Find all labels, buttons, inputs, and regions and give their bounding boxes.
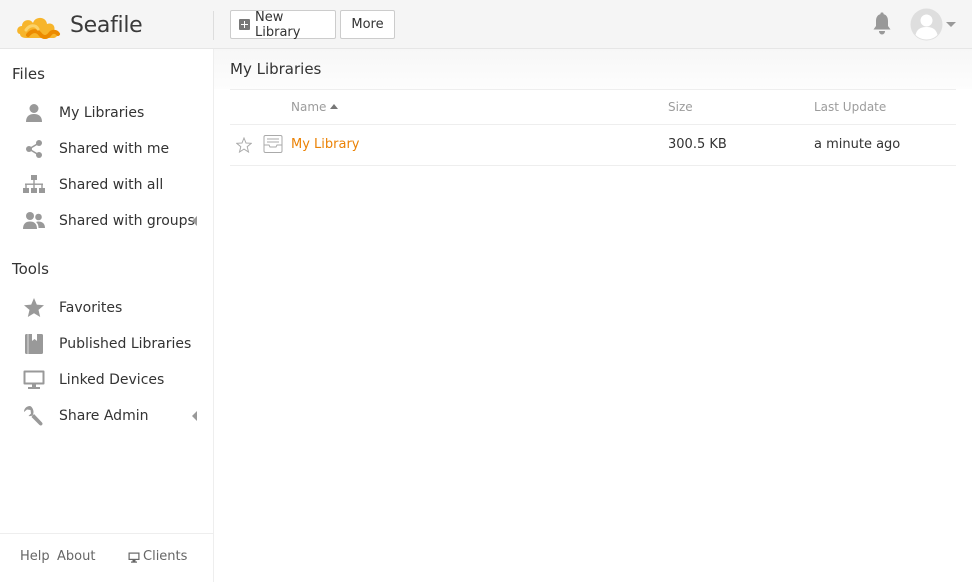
files-section-title: Files: [12, 65, 45, 83]
book-icon: [22, 332, 46, 356]
library-name-link[interactable]: My Library: [291, 137, 360, 152]
logo-text: Seafile: [70, 12, 143, 38]
top-header: Seafile New Library More: [0, 0, 972, 49]
sidebar-item-favorites[interactable]: Favorites: [0, 291, 213, 325]
sidebar-item-linked-devices[interactable]: Linked Devices: [0, 363, 213, 397]
chevron-left-icon[interactable]: [192, 411, 197, 421]
star-outline-icon[interactable]: [236, 137, 252, 153]
library-size: 300.5 KB: [668, 137, 727, 152]
main-header: My Libraries: [214, 49, 972, 89]
library-icon: [263, 135, 283, 153]
help-link[interactable]: Help: [20, 549, 50, 564]
avatar[interactable]: [910, 8, 943, 41]
more-button[interactable]: More: [340, 10, 395, 39]
sidebar-item-shared-with-groups[interactable]: Shared with groups: [0, 204, 213, 238]
sidebar: Files My Libraries Shared with me Shared…: [0, 49, 214, 582]
header-divider: [213, 11, 214, 40]
new-library-button[interactable]: New Library: [230, 9, 336, 40]
column-header-name[interactable]: Name: [291, 100, 339, 114]
sort-ascending-icon: [330, 104, 339, 109]
sidebar-item-share-admin[interactable]: Share Admin: [0, 399, 213, 433]
monitor-icon: [22, 368, 46, 392]
clients-link[interactable]: Clients: [128, 549, 187, 564]
tools-section-title: Tools: [12, 260, 49, 278]
sidebar-item-label: Favorites: [59, 300, 123, 316]
new-library-label: New Library: [255, 9, 301, 40]
wrench-icon: [22, 404, 46, 428]
sidebar-footer: Help About Clients: [0, 533, 213, 582]
sidebar-item-label: Shared with me: [59, 141, 170, 157]
sidebar-item-label: Shared with all: [59, 177, 164, 193]
sidebar-item-my-libraries[interactable]: My Libraries: [0, 96, 213, 130]
table-row[interactable]: My Library 300.5 KB a minute ago: [230, 125, 956, 166]
sidebar-item-shared-with-me[interactable]: Shared with me: [0, 132, 213, 166]
org-chart-icon: [22, 173, 46, 197]
sidebar-item-label: My Libraries: [59, 105, 145, 121]
page-title: My Libraries: [230, 60, 322, 78]
sidebar-item-shared-with-all[interactable]: Shared with all: [0, 168, 213, 202]
main-content: My Libraries Name Size Last Update My Li…: [214, 49, 972, 582]
more-label: More: [351, 17, 384, 32]
seafile-cloud-icon: [17, 17, 60, 39]
sidebar-item-label: Published Libraries: [59, 336, 192, 352]
library-last-update: a minute ago: [814, 137, 901, 152]
sidebar-item-label: Linked Devices: [59, 372, 165, 388]
chevron-left-icon[interactable]: [192, 216, 197, 226]
group-icon: [22, 209, 46, 233]
column-header-size[interactable]: Size: [668, 100, 693, 114]
clients-label: Clients: [143, 549, 188, 564]
monitor-icon: [128, 552, 140, 563]
about-link[interactable]: About: [57, 549, 95, 564]
seafile-logo[interactable]: Seafile: [16, 7, 143, 43]
sidebar-item-label: Share Admin: [59, 408, 149, 424]
column-header-last-update[interactable]: Last Update: [814, 100, 886, 114]
bell-icon[interactable]: [871, 12, 893, 36]
column-header-name-label: Name: [291, 100, 327, 114]
chevron-down-icon[interactable]: [946, 22, 956, 27]
plus-square-icon: [239, 19, 250, 30]
sidebar-item-label: Shared with groups: [59, 213, 195, 229]
share-icon: [22, 137, 46, 161]
sidebar-item-published-libraries[interactable]: Published Libraries: [0, 327, 213, 361]
user-icon: [22, 101, 46, 125]
star-icon: [22, 296, 46, 320]
libraries-table: Name Size Last Update My Library 300.5 K…: [230, 89, 956, 166]
table-header: Name Size Last Update: [230, 89, 956, 125]
